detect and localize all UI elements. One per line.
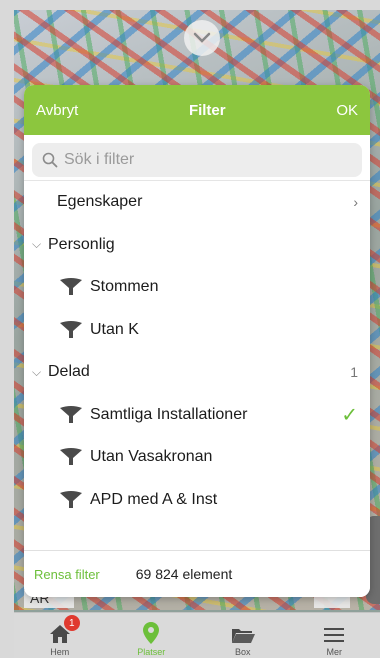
filter-item-label: Stommen xyxy=(90,278,159,296)
tab-label: Platser xyxy=(137,647,166,657)
section-label: Personlig xyxy=(48,235,115,253)
tab-bar: 1 Hem Platser Box Mer xyxy=(14,612,380,658)
section-personal[interactable]: ⌵ Personlig xyxy=(24,224,370,267)
filter-item-label: Samtliga Installationer xyxy=(90,405,248,423)
filter-footer: Rensa filter 69 824 element xyxy=(24,550,370,597)
chevron-down-icon xyxy=(193,32,211,43)
filter-item[interactable]: Utan K xyxy=(24,309,370,352)
tab-label: Box xyxy=(234,647,251,657)
search-area: Sök i filter xyxy=(24,135,370,181)
notification-badge: 1 xyxy=(63,615,80,631)
checkmark-icon: ✓ xyxy=(341,404,358,427)
app-frame: AR Avbryt Filter OK Sök i filter Egenska… xyxy=(14,10,380,658)
filter-item[interactable]: Utan Vasakronan xyxy=(24,436,370,479)
properties-row[interactable]: Egenskaper › xyxy=(24,181,370,224)
filter-header: Avbryt Filter OK xyxy=(24,85,370,135)
filter-list: Egenskaper › ⌵ Personlig Stommen Utan K xyxy=(24,181,370,547)
section-shared[interactable]: ⌵ Delad 1 xyxy=(24,351,370,394)
section-label: Delad xyxy=(48,363,90,381)
panel-title: Filter xyxy=(188,101,226,119)
chevron-right-icon: › xyxy=(353,194,358,211)
filter-item[interactable]: APD med A & Inst xyxy=(24,479,370,522)
tab-label: Mer xyxy=(326,647,343,657)
filter-panel: Avbryt Filter OK Sök i filter Egenskaper… xyxy=(24,85,370,597)
search-input[interactable]: Sök i filter xyxy=(32,143,362,177)
tab-home[interactable]: 1 Hem xyxy=(14,613,106,658)
properties-label: Egenskaper xyxy=(57,193,143,211)
filter-item-label: APD med A & Inst xyxy=(90,490,218,508)
filter-item[interactable]: Stommen xyxy=(24,266,370,309)
filter-item-label: Utan Vasakronan xyxy=(90,448,213,466)
filter-item-selected[interactable]: Samtliga Installationer ✓ xyxy=(24,394,370,437)
element-count: 69 824 element xyxy=(135,566,233,582)
filter-item-label: Utan K xyxy=(90,320,139,338)
funnel-icon xyxy=(60,320,82,338)
funnel-icon xyxy=(60,490,82,508)
chevron-down-icon: ⌵ xyxy=(32,237,42,252)
ok-button[interactable]: OK xyxy=(336,102,358,119)
funnel-icon xyxy=(60,405,82,423)
search-placeholder: Sök i filter xyxy=(64,151,135,168)
tab-label: Hem xyxy=(50,647,70,657)
collapse-toggle[interactable] xyxy=(184,20,220,56)
menu-icon xyxy=(324,628,345,642)
search-icon xyxy=(42,152,58,168)
chevron-down-icon: ⌵ xyxy=(32,364,42,379)
funnel-icon xyxy=(60,278,82,296)
cancel-button[interactable]: Avbryt xyxy=(36,102,78,119)
tab-box[interactable]: Box xyxy=(197,613,289,658)
tab-more[interactable]: Mer xyxy=(289,613,380,658)
clear-filter-button[interactable]: Rensa filter xyxy=(34,567,100,582)
tab-places[interactable]: Platser xyxy=(106,613,198,658)
funnel-icon xyxy=(60,448,82,466)
map-pin-icon xyxy=(143,622,160,644)
section-count: 1 xyxy=(350,364,358,381)
folder-icon xyxy=(231,629,255,643)
